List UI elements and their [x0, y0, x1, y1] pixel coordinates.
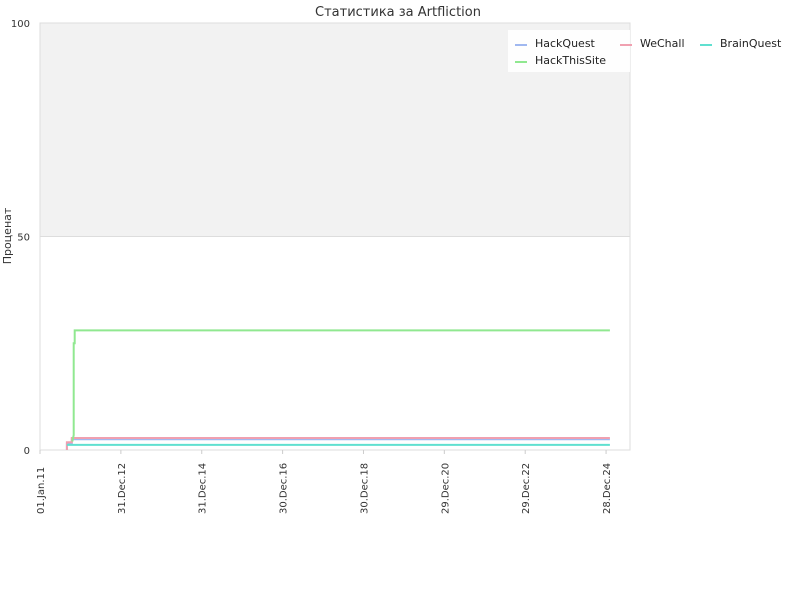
plot-area: 0 50 100 01.Jan.11 31.Dec.12 31.Dec.14 30.Dec.… — [11, 19, 631, 514]
legend-label-wechall: WeChall — [640, 37, 685, 50]
legend-label-brainquest: BrainQuest — [720, 37, 782, 50]
series-line-hackthissite — [71, 329, 610, 442]
x-tick-label-5: 29.Dec.20 — [440, 463, 451, 514]
x-tick-label-2: 31.Dec.14 — [198, 463, 209, 514]
y-axis-label: Проценат — [1, 207, 14, 264]
x-tick-label-4: 30.Dec.18 — [359, 463, 370, 514]
y-tick-label-100: 100 — [11, 19, 30, 30]
x-tick-label-7: 28.Dec.24 — [602, 463, 613, 514]
x-tick-label-0: 01.Jan.11 — [36, 467, 47, 514]
y-tick-label-0: 0 — [24, 446, 30, 457]
legend: HackQuest WeChall BrainQuest HackThisSite — [508, 30, 782, 72]
x-tick-label-1: 31.Dec.12 — [117, 463, 128, 514]
y-tick-label-50: 50 — [17, 233, 30, 244]
chart-title: Статистика за Artfliction — [315, 5, 481, 20]
chart: Статистика за Artfliction Проценат 0 50 10… — [1, 5, 782, 514]
x-tick-label-3: 30.Dec.16 — [279, 463, 290, 514]
x-tick-label-6: 29.Dec.22 — [521, 463, 532, 514]
legend-label-hackquest: HackQuest — [535, 37, 596, 50]
legend-label-hackthissite: HackThisSite — [535, 54, 606, 67]
